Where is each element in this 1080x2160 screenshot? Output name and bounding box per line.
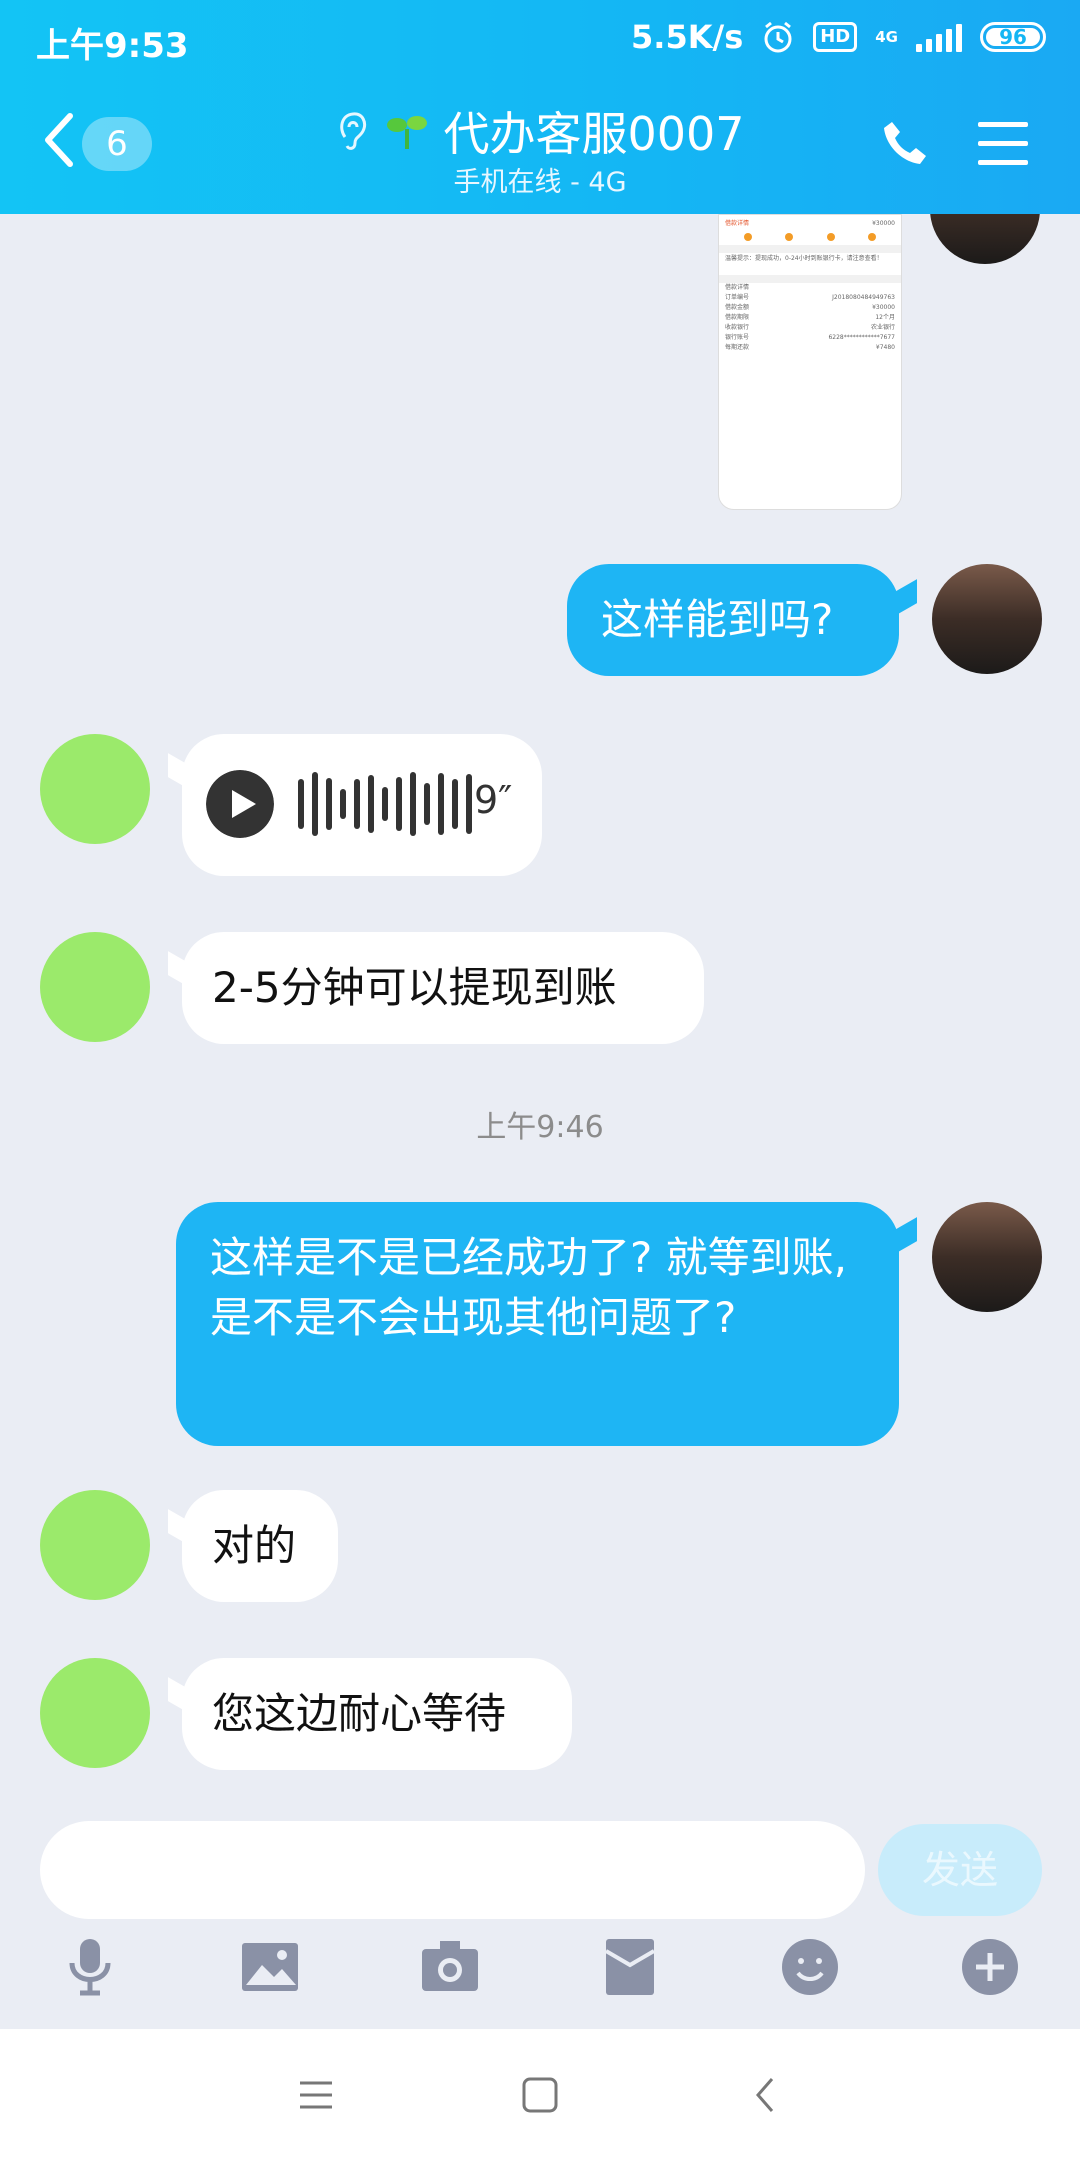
my-avatar[interactable] — [932, 564, 1042, 674]
timestamp: 上午9:46 — [476, 1110, 604, 1145]
contact-avatar[interactable] — [40, 932, 150, 1042]
message-bubble-sent[interactable]: 这样是不是已经成功了? 就等到账, 是不是不会出现其他问题了? — [176, 1202, 899, 1446]
emoji-icon[interactable] — [778, 1935, 842, 1999]
message-bubble-received[interactable]: 2-5分钟可以提现到账 — [182, 932, 704, 1044]
image-icon[interactable] — [238, 1935, 302, 1999]
contact-avatar[interactable] — [40, 1490, 150, 1600]
my-avatar[interactable] — [930, 214, 1040, 264]
network-speed: 5.5K/s — [631, 18, 744, 56]
back-icon[interactable] — [740, 2069, 792, 2121]
play-icon[interactable] — [206, 770, 274, 838]
image-row-label: 订单编号 — [725, 294, 750, 301]
menu-icon[interactable] — [978, 122, 1028, 166]
bubble-tail — [893, 579, 917, 617]
status-time: 上午9:53 — [36, 26, 189, 66]
image-row-value: 农业银行 — [870, 324, 895, 331]
image-row-value: ¥7480 — [875, 344, 895, 351]
image-message[interactable]: 借款详情 ¥30000 温馨提示：提现成功，0-24小时到账银行卡，请注意查看！ … — [718, 214, 902, 510]
message-bubble-received[interactable]: 对的 — [182, 1490, 338, 1602]
my-avatar[interactable] — [932, 1202, 1042, 1312]
image-row-label: 借款期限 — [725, 314, 750, 321]
message-bubble-sent[interactable]: 这样能到吗? — [567, 564, 899, 676]
message-input[interactable] — [40, 1821, 865, 1919]
recent-apps-icon[interactable] — [290, 2069, 342, 2121]
message-list[interactable]: 借款详情 ¥30000 温馨提示：提现成功，0-24小时到账银行卡，请注意查看！ … — [0, 214, 1080, 1819]
chat-title: 代办客服0007 — [443, 107, 745, 161]
image-row-label: 银行账号 — [725, 334, 750, 341]
toolbar — [0, 1935, 1080, 2025]
image-notice: 温馨提示：提现成功，0-24小时到账银行卡，请注意查看！ — [725, 255, 883, 262]
waveform-icon — [298, 771, 472, 837]
signal-icon — [916, 22, 962, 52]
bubble-tail — [893, 1217, 917, 1255]
status-indicators: 5.5K/s HD 4G 96 — [631, 18, 1046, 56]
camera-icon[interactable] — [418, 1935, 482, 1999]
image-row-value: J2018080484949763 — [832, 294, 895, 301]
message-text: 2-5分钟可以提现到账 — [212, 963, 617, 1012]
send-button[interactable]: 发送 — [878, 1824, 1042, 1916]
image-progress-dots — [719, 229, 901, 245]
image-row-label: 每期还款 — [725, 344, 750, 351]
image-section-title: 借款详情 — [725, 284, 750, 291]
contact-avatar[interactable] — [40, 1658, 150, 1768]
message-text: 对的 — [212, 1521, 297, 1570]
battery-icon: 96 — [980, 22, 1046, 52]
home-icon[interactable] — [514, 2069, 566, 2121]
microphone-icon[interactable] — [58, 1935, 122, 1999]
image-amount: ¥30000 — [872, 220, 895, 227]
plus-icon[interactable] — [958, 1935, 1022, 1999]
message-text: 这样能到吗? — [601, 595, 834, 644]
red-packet-icon[interactable] — [598, 1935, 662, 1999]
system-nav-bar — [0, 2029, 1080, 2160]
chat-header: 上午9:53 5.5K/s HD 4G 96 6 代办客服0007 手机在线 -… — [0, 0, 1080, 214]
message-bubble-received[interactable]: 您这边耐心等待 — [182, 1658, 572, 1770]
message-text: 这样是不是已经成功了? 就等到账, 是不是不会出现其他问题了? — [210, 1233, 847, 1342]
image-row-label: 借款金额 — [725, 304, 750, 311]
ear-icon — [340, 112, 367, 150]
phone-icon[interactable] — [880, 118, 930, 168]
voice-duration: 9″ — [474, 778, 513, 822]
battery-level: 96 — [999, 25, 1027, 49]
contact-avatar[interactable] — [40, 734, 150, 844]
network-label: 4G — [875, 28, 898, 46]
input-bar: 发送 — [0, 1819, 1080, 2029]
sprout-icon — [387, 116, 428, 149]
image-row-label: 收款银行 — [725, 324, 750, 331]
message-text: 您这边耐心等待 — [212, 1689, 507, 1738]
network-type: 4G — [875, 28, 898, 46]
image-row-value: 6228************7677 — [828, 334, 895, 341]
hd-icon: HD — [813, 22, 858, 52]
image-row-value: ¥30000 — [872, 304, 895, 311]
alarm-icon — [764, 21, 792, 53]
image-row-value: 12个月 — [875, 314, 895, 321]
